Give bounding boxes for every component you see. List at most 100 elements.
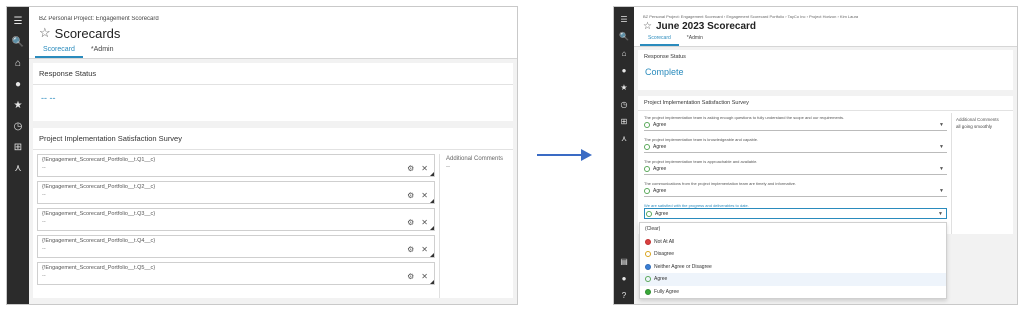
gear-icon[interactable]: ⚙: [407, 218, 414, 227]
question-label: {!Engagement_Scorecard_Portfolio__t.Q5__…: [42, 265, 156, 271]
close-icon[interactable]: ✕: [421, 191, 428, 200]
chevron-down-icon[interactable]: ▼: [939, 144, 944, 150]
org-chart-icon[interactable]: ⊞: [7, 137, 29, 158]
question-label: The project implementation team is knowl…: [644, 137, 759, 142]
question-field[interactable]: {!Engagement_Scorecard_Portfolio__t.Q2__…: [37, 181, 435, 204]
chevron-down-icon[interactable]: ▼: [939, 122, 944, 128]
search-icon[interactable]: 🔍: [614, 28, 634, 45]
library-icon[interactable]: ▤: [614, 253, 634, 270]
dropdown-option[interactable]: Fully Agree: [640, 286, 946, 299]
star-icon[interactable]: ☆: [643, 21, 652, 32]
help-icon[interactable]: ?: [614, 287, 634, 304]
agree-face-icon: [644, 188, 650, 194]
right-screenshot: ☰ 🔍 ⌂ ● ★ ◷ ⊞ ⋏ ▤ ● ? BZ Personal Projec…: [613, 6, 1018, 305]
question-value: --: [42, 165, 46, 171]
question-select[interactable]: The project implementation team is appro…: [644, 157, 947, 175]
question-select[interactable]: The project implementation team is knowl…: [644, 135, 947, 153]
menu-icon[interactable]: ☰: [7, 11, 29, 32]
recent-icon[interactable]: ◷: [7, 116, 29, 137]
home-icon[interactable]: ⌂: [7, 53, 29, 74]
close-icon[interactable]: ✕: [421, 245, 428, 254]
survey-title: Project Implementation Satisfaction Surv…: [638, 96, 1013, 111]
left-screenshot: ☰ 🔍 ⌂ ● ★ ◷ ⊞ ⋏ BZ Personal Project: Eng…: [6, 6, 518, 305]
question-value: --: [42, 192, 46, 198]
page-title-text: Scorecards: [54, 25, 121, 41]
question-value: --: [42, 246, 46, 252]
question-select[interactable]: The project implementation team is askin…: [644, 113, 947, 131]
question-select[interactable]: We are satisfied with the progress and d…: [644, 201, 947, 219]
tab-bar: Scorecard *Admin: [640, 35, 711, 46]
question-field[interactable]: {!Engagement_Scorecard_Portfolio__t.Q4__…: [37, 235, 435, 258]
gear-icon[interactable]: ⚙: [407, 164, 414, 173]
chevron-down-icon[interactable]: ▼: [938, 211, 943, 217]
tab-admin[interactable]: *Admin: [83, 46, 122, 58]
additional-comments[interactable]: Additional Comments --: [439, 154, 513, 298]
dropdown-option[interactable]: Not At All: [640, 236, 946, 249]
gear-icon[interactable]: ⚙: [407, 245, 414, 254]
question-field[interactable]: {!Engagement_Scorecard_Portfolio__t.Q1__…: [37, 154, 435, 177]
not-at-all-icon: [645, 238, 651, 245]
close-icon[interactable]: ✕: [421, 272, 428, 281]
dropdown-option[interactable]: (Clear): [640, 223, 946, 236]
close-icon[interactable]: ✕: [421, 218, 428, 227]
agree-face-icon: [644, 144, 650, 150]
agree-face-icon: [645, 276, 651, 283]
resize-handle[interactable]: [430, 253, 434, 257]
notifications-icon[interactable]: ●: [7, 74, 29, 95]
resize-handle[interactable]: [430, 226, 434, 230]
gear-icon[interactable]: ⚙: [407, 191, 414, 200]
hierarchy-icon[interactable]: ⋏: [614, 130, 634, 147]
question-select[interactable]: The communications from the project impl…: [644, 179, 947, 197]
agree-face-icon: [644, 122, 650, 128]
org-chart-icon[interactable]: ⊞: [614, 113, 634, 130]
disagree-face-icon: [645, 251, 651, 258]
home-icon[interactable]: ⌂: [614, 45, 634, 62]
tab-scorecard[interactable]: Scorecard: [640, 35, 679, 46]
favorites-icon[interactable]: ★: [614, 79, 634, 96]
question-list: {!Engagement_Scorecard_Portfolio__t.Q1__…: [37, 154, 435, 289]
breadcrumb[interactable]: BZ Personal Project: Engagement Scorecar…: [39, 16, 159, 22]
tab-admin[interactable]: *Admin: [679, 35, 711, 46]
agree-face-icon: [646, 210, 652, 217]
star-icon[interactable]: ☆: [39, 25, 51, 41]
question-field[interactable]: {!Engagement_Scorecard_Portfolio__t.Q3__…: [37, 208, 435, 231]
search-icon[interactable]: 🔍: [7, 32, 29, 53]
dropdown-option[interactable]: Neither Agree or Disagree: [640, 261, 946, 274]
chevron-down-icon[interactable]: ▼: [939, 188, 944, 194]
menu-icon[interactable]: ☰: [614, 11, 634, 28]
main-content: BZ Personal Project: Engagement Scorecar…: [634, 7, 1017, 304]
chevron-down-icon[interactable]: ▼: [939, 166, 944, 172]
recent-icon[interactable]: ◷: [614, 96, 634, 113]
additional-comments-label: Additional Comments: [446, 156, 504, 162]
question-field[interactable]: {!Engagement_Scorecard_Portfolio__t.Q5__…: [37, 262, 435, 285]
question-label: {!Engagement_Scorecard_Portfolio__t.Q4__…: [42, 238, 156, 244]
resize-handle[interactable]: [430, 172, 434, 176]
neutral-face-icon: [645, 263, 651, 270]
sidebar: ☰ 🔍 ⌂ ● ★ ◷ ⊞ ⋏: [7, 7, 29, 304]
dropdown-option[interactable]: Agree: [640, 273, 946, 286]
question-label: The project implementation team is appro…: [644, 159, 758, 164]
response-status-panel: Response Status Complete: [638, 50, 1013, 90]
hierarchy-icon[interactable]: ⋏: [7, 158, 29, 179]
option-label: Fully Agree: [654, 288, 680, 295]
breadcrumb[interactable]: BZ Personal Project: Engagement Scorecar…: [643, 14, 858, 19]
tab-scorecard[interactable]: Scorecard: [35, 46, 83, 58]
notifications-icon[interactable]: ●: [614, 62, 634, 79]
dropdown-option[interactable]: Disagree: [640, 248, 946, 261]
question-value: Agree: [653, 166, 667, 172]
question-label: We are satisfied with the progress and d…: [644, 203, 749, 208]
user-icon[interactable]: ●: [614, 270, 634, 287]
option-label: Neither Agree or Disagree: [654, 263, 712, 270]
resize-handle[interactable]: [430, 280, 434, 284]
page-header: BZ Personal Project: Engagement Scorecar…: [29, 7, 517, 59]
resize-handle[interactable]: [430, 199, 434, 203]
question-value: Agree: [655, 210, 669, 217]
favorites-icon[interactable]: ★: [7, 95, 29, 116]
gear-icon[interactable]: ⚙: [407, 272, 414, 281]
question-value: --: [42, 273, 46, 279]
response-status-title: Response Status: [644, 54, 686, 60]
question-label: {!Engagement_Scorecard_Portfolio__t.Q2__…: [42, 184, 156, 190]
close-icon[interactable]: ✕: [421, 164, 428, 173]
additional-comments[interactable]: Additional Comments all going smoothly: [951, 113, 1013, 234]
question-label: {!Engagement_Scorecard_Portfolio__t.Q1__…: [42, 157, 156, 163]
